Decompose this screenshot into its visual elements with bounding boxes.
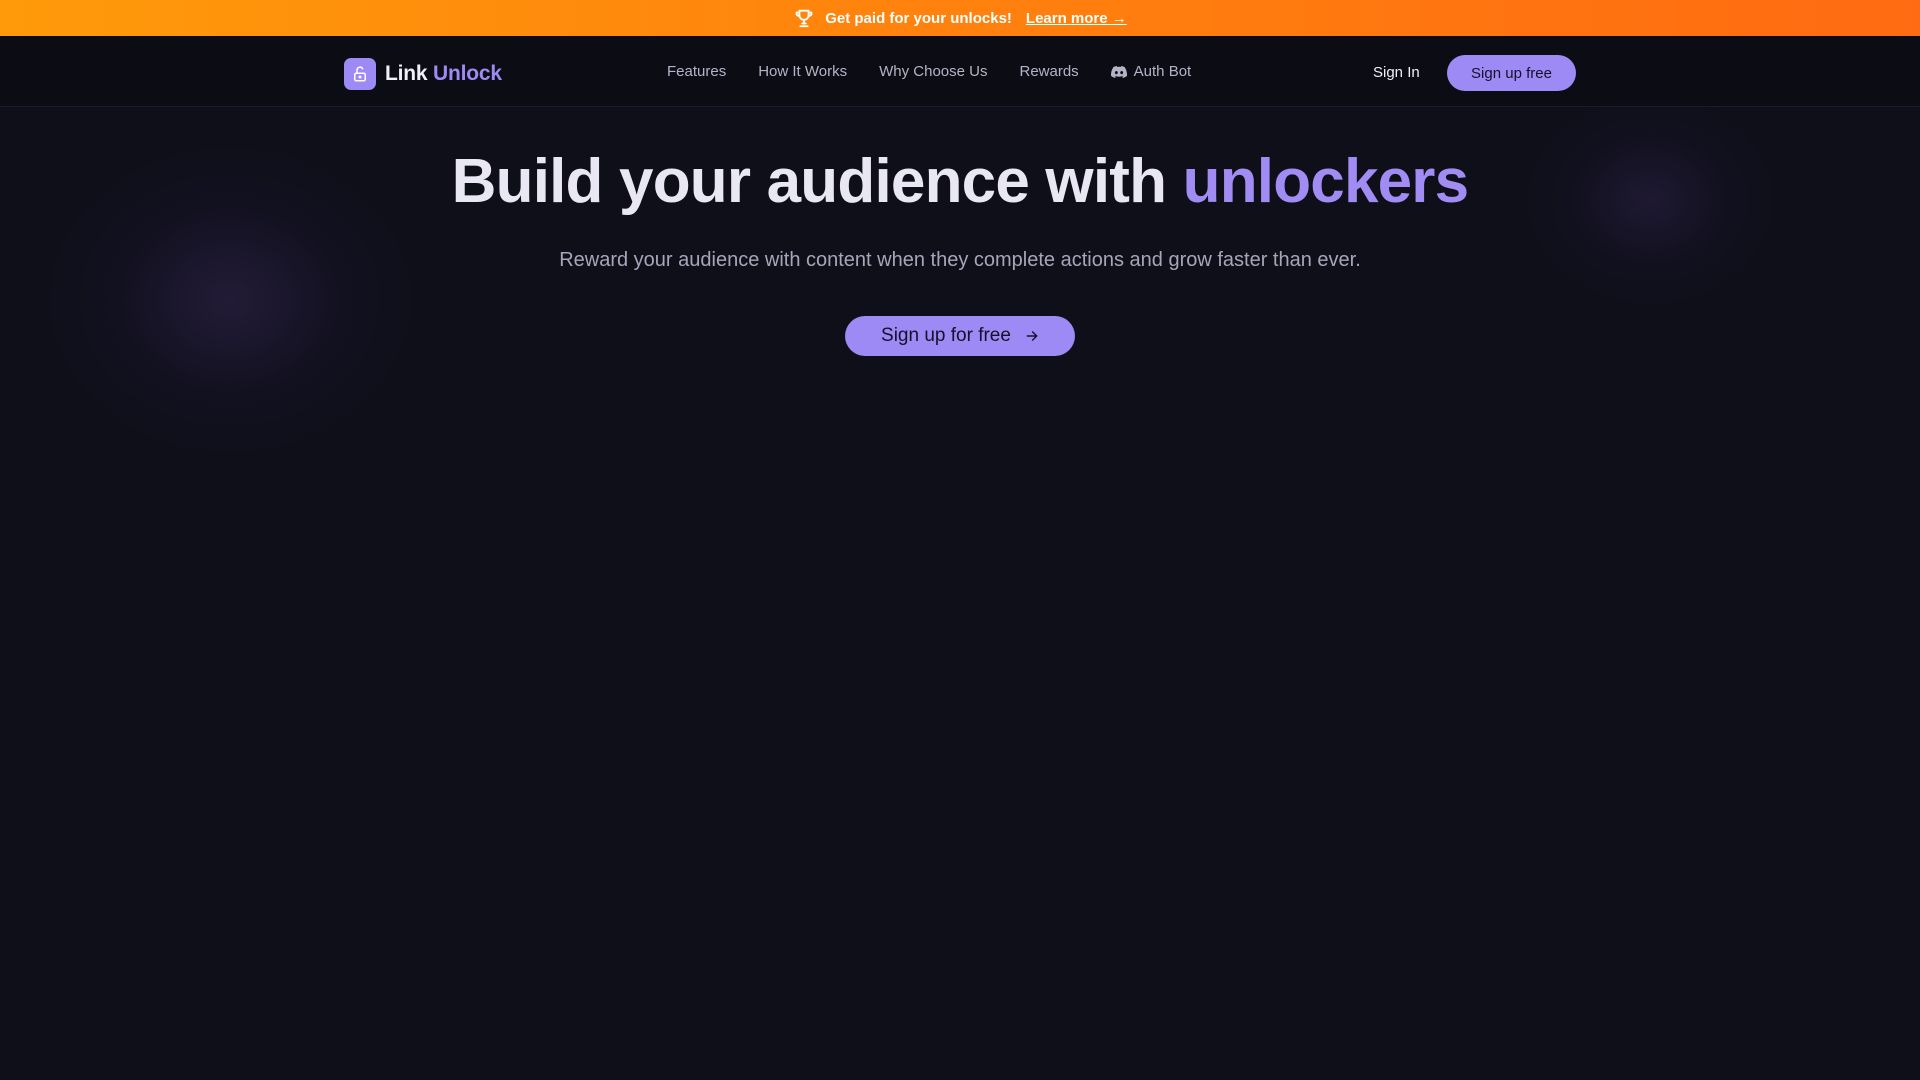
promo-message: Get paid for your unlocks! — [825, 9, 1012, 27]
nav-item-rewards[interactable]: Rewards — [1019, 63, 1078, 80]
brand-name: Link Unlock — [385, 62, 502, 86]
nav-item-features[interactable]: Features — [667, 63, 726, 80]
sign-up-free-button[interactable]: Sign up free — [1447, 55, 1576, 91]
trophy-icon — [793, 7, 815, 29]
arrow-right-icon — [1025, 329, 1039, 343]
discord-icon — [1110, 65, 1127, 78]
nav-item-auth-bot[interactable]: Auth Bot — [1110, 63, 1192, 80]
nav-item-auth-bot-label: Auth Bot — [1133, 63, 1192, 80]
hero-title-accent: unlockers — [1182, 147, 1470, 216]
brand-logo-link[interactable]: Link Unlock — [344, 58, 502, 90]
hero-cta-label: Sign up for free — [881, 325, 1011, 346]
promo-banner: Get paid for your unlocks! Learn more → — [0, 0, 1920, 36]
hero-sign-up-button[interactable]: Sign up for free — [845, 316, 1075, 356]
hero-title-main: Build your audience with — [451, 147, 1183, 216]
hero-title: Build your audience with unlockers — [0, 146, 1920, 218]
top-navigation: Link Unlock Features How It Works Why Ch… — [0, 36, 1920, 107]
promo-learn-more-link[interactable]: Learn more → — [1026, 10, 1127, 27]
nav-item-why-choose-us[interactable]: Why Choose Us — [879, 63, 987, 80]
landing-page: Get paid for your unlocks! Learn more → … — [0, 0, 1920, 1080]
lock-icon — [344, 58, 376, 90]
sign-in-link[interactable]: Sign In — [1373, 64, 1420, 81]
nav-item-how-it-works[interactable]: How It Works — [758, 63, 847, 80]
nav-menu: Features How It Works Why Choose Us Rewa… — [667, 36, 1191, 107]
brand-name-accent: Unlock — [433, 62, 502, 85]
brand-name-primary: Link — [385, 62, 428, 85]
hero-subtitle: Reward your audience with content when t… — [559, 249, 1361, 271]
